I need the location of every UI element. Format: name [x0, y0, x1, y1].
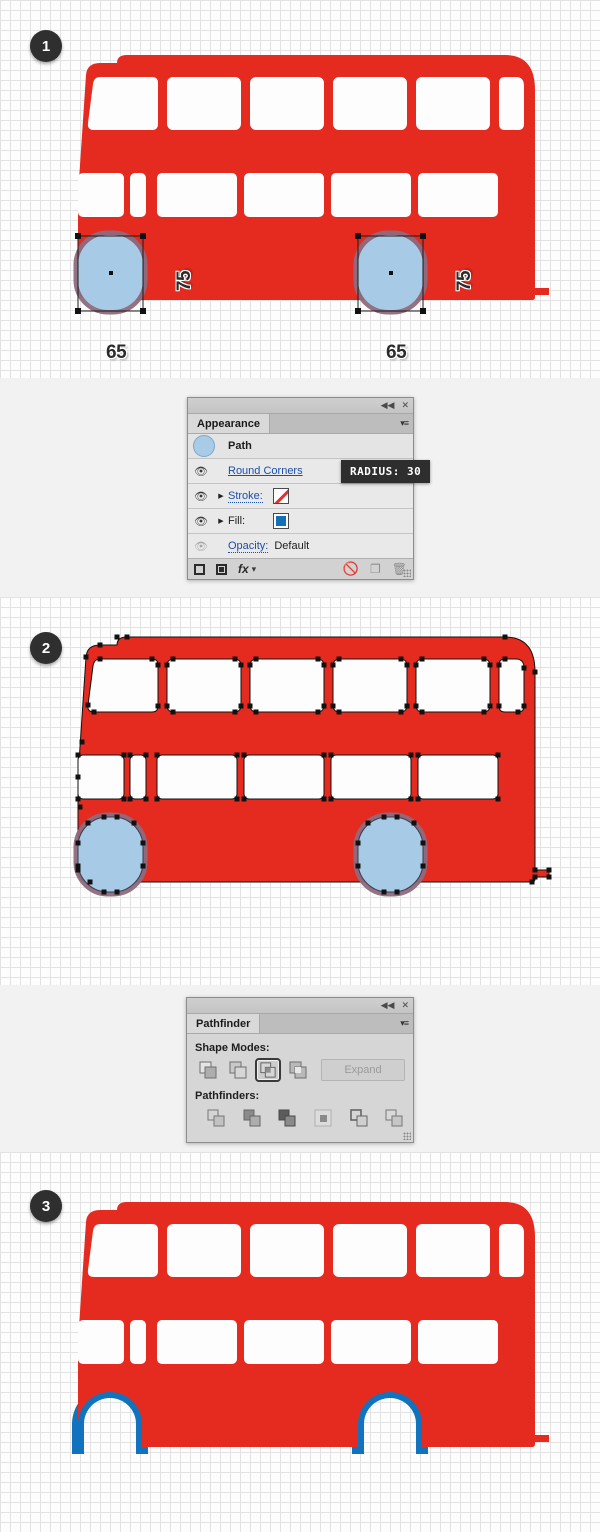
appearance-panel-tabrow: Appearance ▾≡	[188, 414, 413, 434]
panel-resize-grip[interactable]	[403, 569, 411, 577]
crop-icon[interactable]	[312, 1106, 334, 1130]
measure-label-left-height: 75	[174, 270, 196, 292]
bus-artwork-step-3	[72, 1202, 549, 1454]
bus-artwork-step-2	[73, 634, 552, 897]
tab-appearance[interactable]: Appearance	[188, 414, 270, 433]
expand-button[interactable]: Expand	[321, 1059, 405, 1081]
step-badge-3: 3	[30, 1190, 62, 1222]
fx-chevron-down-icon[interactable]: ▾	[252, 564, 257, 575]
fx-icon[interactable]: fx	[238, 562, 249, 576]
appearance-panel-footer: fx ▾ 🚫 ❐ 🗑	[188, 558, 413, 579]
step-badge-1: 1	[30, 30, 62, 62]
stroke-swatch-icon[interactable]	[272, 488, 289, 504]
tutorial-page: 65 75 65 75 1 ◀◀ ✕ Appearance ▾≡ Path 👁 …	[0, 0, 600, 1532]
add-new-fill-icon[interactable]	[216, 563, 227, 575]
round-corners-label[interactable]: Round Corners	[228, 465, 303, 477]
visibility-eye-icon[interactable]: 👁	[188, 540, 214, 553]
step-badge-2: 2	[30, 632, 62, 664]
close-icon[interactable]: ✕	[401, 999, 409, 1011]
shape-modes-row: Expand	[195, 1058, 405, 1082]
close-icon[interactable]: ✕	[401, 399, 409, 411]
collapse-icon[interactable]: ◀◀	[381, 999, 395, 1011]
intersect-icon[interactable]	[255, 1058, 281, 1082]
pathfinder-panel-titlebar: ◀◀ ✕	[187, 998, 413, 1014]
appearance-panel-titlebar: ◀◀ ✕	[188, 398, 413, 414]
minus-front-icon[interactable]	[225, 1058, 251, 1082]
appearance-target-row[interactable]: Path	[188, 434, 413, 459]
opacity-label[interactable]: Opacity:	[228, 540, 269, 553]
tab-pathfinder[interactable]: Pathfinder	[187, 1014, 261, 1033]
canvas-step-1: 65 75 65 75 1	[0, 0, 600, 378]
radius-tooltip: RADIUS: 30	[341, 460, 431, 483]
panel-resize-grip[interactable]	[403, 1132, 411, 1140]
chevron-right-icon[interactable]: ▶	[214, 492, 228, 500]
pathfinder-panel[interactable]: ◀◀ ✕ Pathfinder ▾≡ Shape Modes: Expand P…	[186, 997, 414, 1143]
visibility-eye-icon[interactable]: 👁	[188, 515, 214, 528]
outline-icon[interactable]	[348, 1106, 370, 1130]
canvas-step-3: 3	[0, 1152, 600, 1532]
pathfinder-panel-tabrow: Pathfinder ▾≡	[187, 1014, 413, 1034]
measure-label-left-width: 65	[106, 342, 127, 363]
duplicate-item-icon[interactable]: ❐	[370, 562, 381, 576]
appearance-row-opacity[interactable]: 👁 Opacity: Default	[188, 534, 413, 558]
collapse-icon[interactable]: ◀◀	[381, 399, 395, 411]
appearance-row-stroke[interactable]: 👁 ▶ Stroke:	[188, 484, 413, 509]
pathfinder-body: Shape Modes: Expand Pathfinders:	[187, 1034, 413, 1142]
tabrow-filler: ▾≡	[269, 414, 413, 433]
clear-appearance-icon[interactable]: 🚫	[343, 561, 359, 577]
pathfinders-label: Pathfinders:	[195, 1090, 260, 1102]
add-new-stroke-icon[interactable]	[194, 563, 205, 575]
divide-icon[interactable]	[205, 1106, 227, 1130]
exclude-icon[interactable]	[285, 1058, 311, 1082]
selection-bbox-left-wheel	[75, 233, 146, 314]
selection-bbox-right-wheel	[355, 233, 426, 314]
merge-icon[interactable]	[276, 1106, 298, 1130]
measure-label-right-height: 75	[454, 270, 476, 292]
measure-label-right-width: 65	[386, 342, 407, 363]
fill-label[interactable]: Fill:	[228, 515, 245, 527]
panel-menu-icon[interactable]: ▾≡	[400, 1018, 409, 1028]
appearance-panel[interactable]: ◀◀ ✕ Appearance ▾≡ Path 👁 Round Corners	[187, 397, 414, 580]
appearance-row-fill[interactable]: 👁 ▶ Fill:	[188, 509, 413, 534]
canvas-step-2: 2	[0, 597, 600, 985]
shape-modes-label: Shape Modes:	[195, 1042, 270, 1054]
appearance-rows: Path 👁 Round Corners 👁 ▶ Stroke: 👁 ▶ Fil…	[188, 434, 413, 558]
path-thumbnail-icon	[193, 435, 215, 457]
target-thumbnail-cell	[188, 435, 220, 457]
minus-back-icon[interactable]	[383, 1106, 405, 1130]
visibility-eye-icon[interactable]: 👁	[188, 490, 214, 503]
stroke-label[interactable]: Stroke:	[228, 490, 263, 503]
pathfinders-row	[195, 1106, 405, 1130]
unite-icon[interactable]	[195, 1058, 221, 1082]
opacity-value: Default	[274, 540, 310, 552]
tabrow-filler: ▾≡	[260, 1014, 413, 1033]
wheel-right	[353, 812, 428, 897]
panel-menu-icon[interactable]: ▾≡	[400, 418, 409, 428]
visibility-eye-icon[interactable]: 👁	[188, 465, 214, 478]
trim-icon[interactable]	[241, 1106, 263, 1130]
target-label: Path	[228, 440, 252, 452]
chevron-right-icon[interactable]: ▶	[214, 517, 228, 525]
fill-swatch-icon[interactable]	[273, 513, 290, 529]
